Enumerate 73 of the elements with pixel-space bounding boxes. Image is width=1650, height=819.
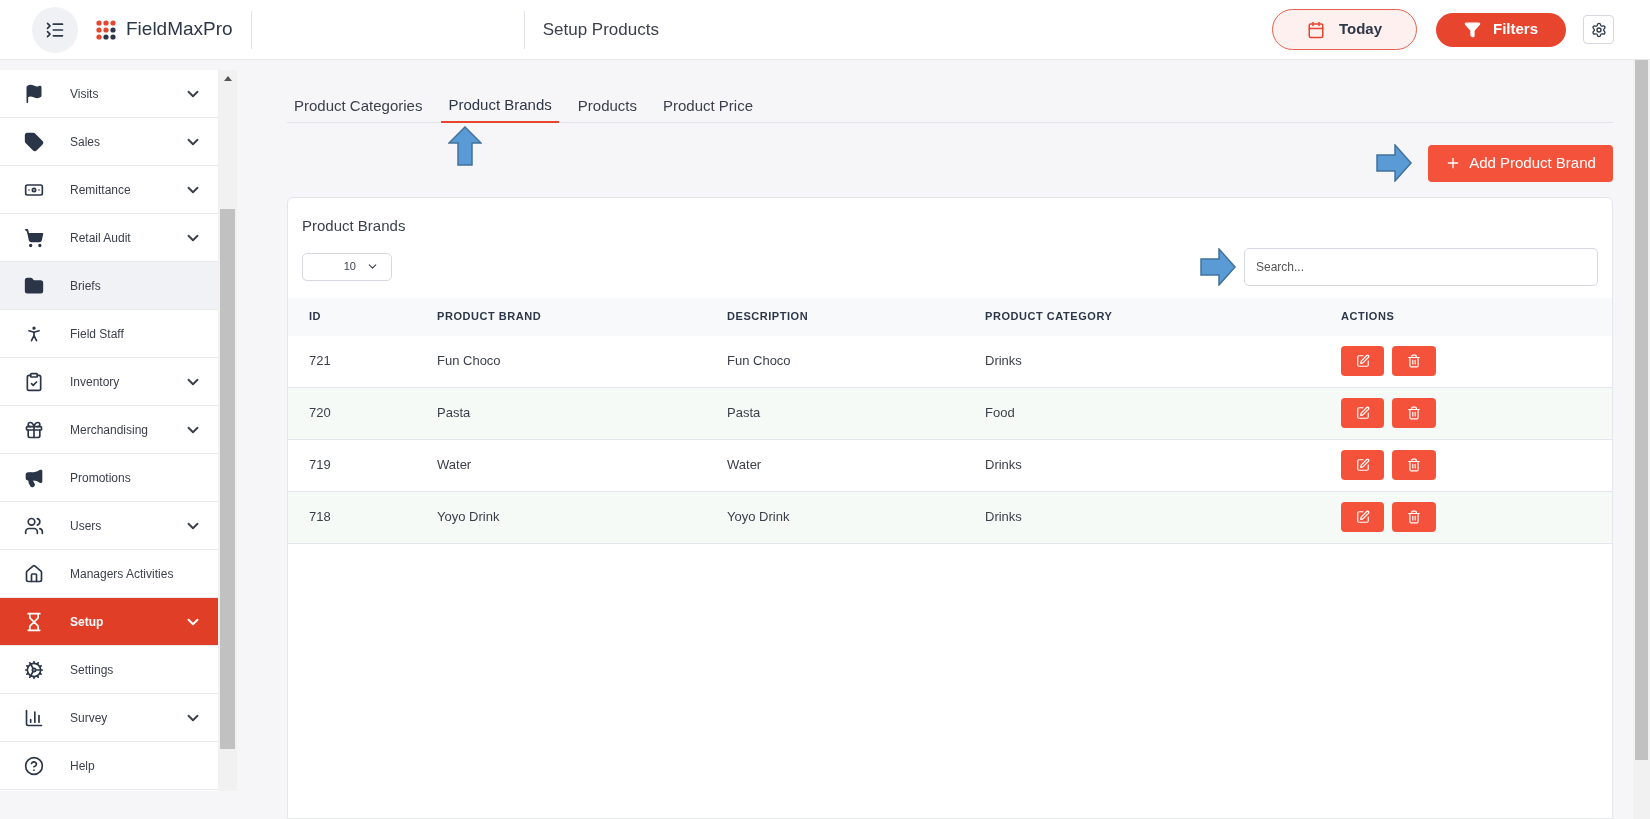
table-cell-text: Pasta	[726, 404, 762, 423]
delete-button[interactable]	[1392, 450, 1436, 480]
edit-icon	[1355, 458, 1370, 472]
edit-button[interactable]	[1341, 398, 1384, 428]
calendar-icon	[1306, 20, 1325, 39]
edit-icon	[1355, 406, 1370, 420]
sidebar-item[interactable]: Setup	[0, 598, 218, 646]
filter-icon	[1464, 21, 1481, 38]
pointer-arrow-icon	[1200, 247, 1236, 286]
edit-button[interactable]	[1341, 502, 1384, 532]
menu-icon	[45, 19, 65, 40]
megaphone-icon	[24, 467, 44, 488]
pointer-arrow-icon	[448, 126, 482, 166]
clipboard-check-icon	[24, 371, 44, 392]
table-cell-text: Water	[726, 456, 763, 475]
column-header: PRODUCT BRAND	[436, 309, 543, 325]
brand-name: FieldMaxPro	[126, 17, 233, 42]
scrollbar-thumb[interactable]	[220, 209, 235, 749]
trash-icon	[1407, 510, 1421, 524]
delete-button[interactable]	[1392, 346, 1436, 376]
table-cell-text: Fun Choco	[726, 352, 792, 371]
table-cell-text: 718	[308, 508, 332, 527]
tab[interactable]: Product Brands	[441, 90, 559, 123]
column-header: ACTIONS	[1340, 309, 1396, 325]
search-field[interactable]: Search...	[1244, 247, 1598, 286]
column-header: ID	[308, 309, 323, 325]
flag-icon	[24, 83, 44, 104]
filters-button[interactable]: Filters	[1436, 12, 1566, 47]
menu-toggle-button[interactable]	[32, 6, 78, 53]
trash-icon	[1407, 406, 1421, 420]
table-cell-text: Yoyo Drink	[726, 508, 791, 527]
scrollbar-thumb[interactable]	[1635, 60, 1648, 760]
tag-icon	[24, 131, 44, 152]
tab[interactable]: Products	[570, 90, 644, 123]
table-cell-text: Water	[436, 456, 473, 475]
table-cell-text: 719	[308, 456, 332, 475]
settings-button[interactable]	[1583, 15, 1614, 44]
edit-button[interactable]	[1341, 450, 1384, 480]
table-cell-text: Fun Choco	[436, 352, 502, 371]
tab[interactable]: Product Categories	[287, 90, 430, 123]
table-cell-text: Yoyo Drink	[436, 508, 501, 527]
users-icon	[24, 515, 44, 536]
column-header: PRODUCT CATEGORY	[984, 309, 1114, 325]
delete-button[interactable]	[1392, 398, 1436, 428]
table-cell-text: 721	[308, 352, 332, 371]
page-title: Setup Products	[542, 18, 659, 41]
table-cell-text: Food	[984, 404, 1016, 423]
edit-icon	[1355, 510, 1370, 524]
gift-icon	[24, 419, 44, 440]
trash-icon	[1407, 354, 1421, 368]
page-size-select[interactable]: 10	[302, 252, 392, 281]
scroll-up-icon[interactable]	[223, 76, 232, 81]
table-cell-text: 720	[308, 404, 332, 423]
pointer-arrow-icon	[1376, 144, 1412, 182]
tab[interactable]: Product Price	[656, 90, 761, 123]
bar-chart-icon	[24, 707, 44, 728]
table-cell-text: Drinks	[984, 352, 1023, 371]
delete-button[interactable]	[1392, 502, 1436, 532]
table-cell-text: Drinks	[984, 508, 1023, 527]
edit-icon	[1355, 354, 1370, 368]
today-button[interactable]: Today	[1272, 9, 1417, 50]
table-cell-text: Pasta	[436, 404, 472, 423]
cart-icon	[24, 227, 44, 248]
grid-logo-icon	[96, 19, 116, 40]
hourglass-icon	[24, 611, 44, 632]
edit-button[interactable]	[1341, 346, 1384, 376]
trash-icon	[1407, 458, 1421, 472]
help-icon	[24, 755, 44, 776]
card-title: Product Brands	[302, 216, 407, 236]
table-cell-text: Drinks	[984, 456, 1023, 475]
sidebar-item[interactable]: Briefs	[0, 262, 218, 310]
column-header: DESCRIPTION	[726, 309, 810, 325]
folder-icon	[24, 275, 44, 296]
